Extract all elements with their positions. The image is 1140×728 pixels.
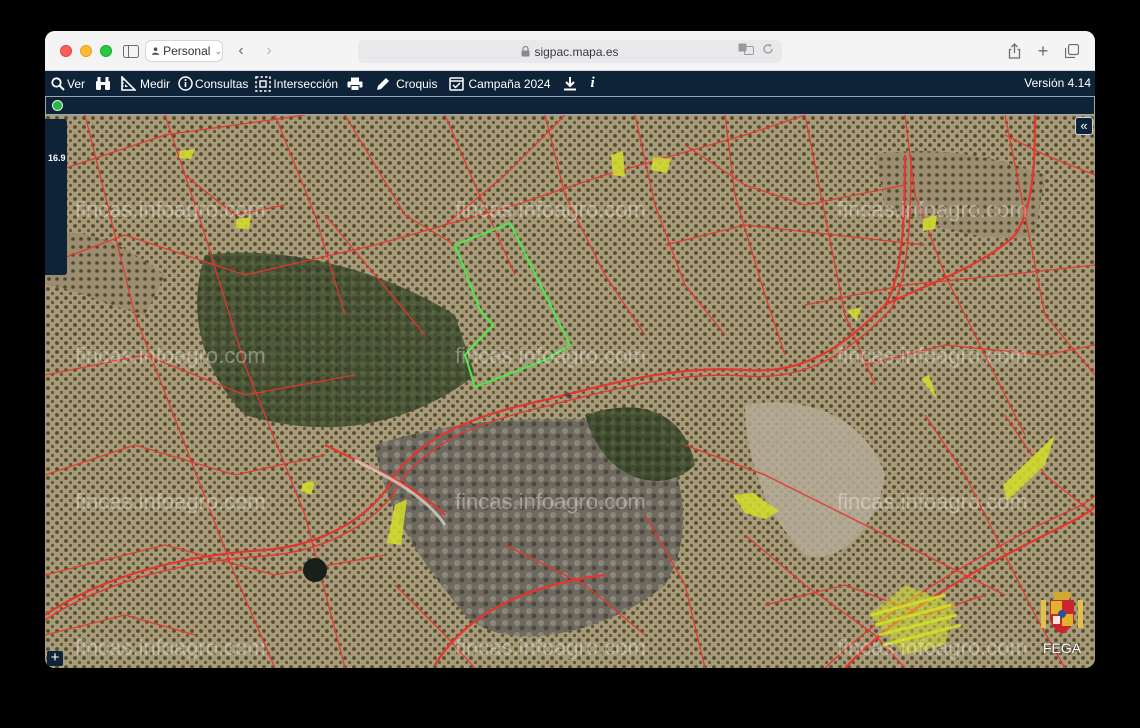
print-icon	[347, 77, 363, 91]
share-icon[interactable]	[1006, 40, 1022, 62]
lock-icon	[521, 46, 530, 57]
new-tab-icon[interactable]: +	[1035, 40, 1051, 62]
coat-of-arms-icon	[1041, 592, 1083, 634]
chevron-down-icon: ⌄	[214, 45, 222, 56]
fega-logo: FEGA	[1035, 588, 1089, 656]
person-icon	[152, 47, 160, 55]
download-icon	[563, 77, 576, 91]
tool-croquis-label: Croquis	[396, 76, 438, 91]
tool-medir-label: Medir	[140, 76, 171, 91]
browser-window: Personal ⌄ ‹ › sigpac.mapa.es + Ver Medi…	[45, 31, 1095, 668]
tool-info[interactable]: i	[588, 71, 598, 96]
forward-arrow-icon[interactable]: ›	[261, 40, 277, 62]
tool-ver-label: Ver	[67, 76, 86, 91]
crosshair-cursor-icon: ⌖	[564, 387, 572, 403]
profile-label: Personal	[163, 44, 211, 58]
zoom-window-button[interactable]	[100, 45, 112, 57]
tool-consultas[interactable]: Consultas	[175, 71, 251, 96]
expand-map-button[interactable]: +	[47, 649, 63, 666]
pencil-icon	[377, 77, 390, 90]
tool-medir[interactable]: Medir	[118, 71, 173, 96]
info-icon: i	[590, 75, 595, 91]
tool-print[interactable]	[344, 71, 368, 96]
zoom-level-panel[interactable]: 16.9	[45, 119, 67, 275]
tool-interseccion-label: Intersección	[273, 76, 339, 91]
url-text: sigpac.mapa.es	[534, 44, 619, 59]
address-bar[interactable]: sigpac.mapa.es	[358, 40, 782, 63]
collapse-panel-button[interactable]: «	[1075, 117, 1093, 135]
tool-campana-label: Campaña 2024	[468, 76, 551, 91]
binoculars-icon	[96, 77, 111, 90]
ruler-icon	[121, 76, 137, 91]
back-arrow-icon[interactable]: ‹	[233, 40, 249, 62]
sidebar-toggle-icon[interactable]	[121, 40, 141, 62]
translate-icon[interactable]	[738, 43, 754, 55]
plus-icon: +	[50, 649, 60, 666]
tool-campana[interactable]: Campaña 2024	[446, 71, 553, 96]
info-circle-icon	[178, 76, 193, 91]
status-indicator-icon	[52, 100, 63, 111]
tool-interseccion[interactable]: Intersección	[252, 71, 341, 96]
tool-download[interactable]	[560, 71, 582, 96]
zoom-level-value: 16.9	[48, 153, 66, 163]
version-label: Versión 4.14	[1024, 76, 1091, 90]
tool-croquis[interactable]: Croquis	[373, 71, 440, 96]
minimize-window-button[interactable]	[80, 45, 92, 57]
browser-titlebar: Personal ⌄ ‹ › sigpac.mapa.es +	[45, 31, 1095, 71]
tool-consultas-label: Consultas	[195, 76, 249, 91]
tabs-overview-icon[interactable]	[1064, 40, 1080, 62]
double-chevron-left-icon: «	[1080, 118, 1088, 133]
profile-selector[interactable]: Personal ⌄	[145, 40, 223, 62]
tool-binoculars[interactable]	[92, 71, 116, 96]
calendar-icon	[449, 77, 465, 91]
fega-logo-text: FEGA	[1042, 640, 1082, 656]
reload-icon[interactable]	[762, 43, 774, 55]
tool-ver[interactable]: Ver	[48, 71, 88, 96]
intersection-icon	[255, 75, 272, 92]
search-icon	[51, 76, 65, 91]
sigpac-toolbar: Ver Medir Consultas Intersección Croquis…	[45, 71, 1095, 96]
close-window-button[interactable]	[60, 45, 72, 57]
map-viewer[interactable]: fincas.infoagro.com fincas.infoagro.com …	[45, 115, 1095, 668]
status-bar	[45, 96, 1095, 115]
